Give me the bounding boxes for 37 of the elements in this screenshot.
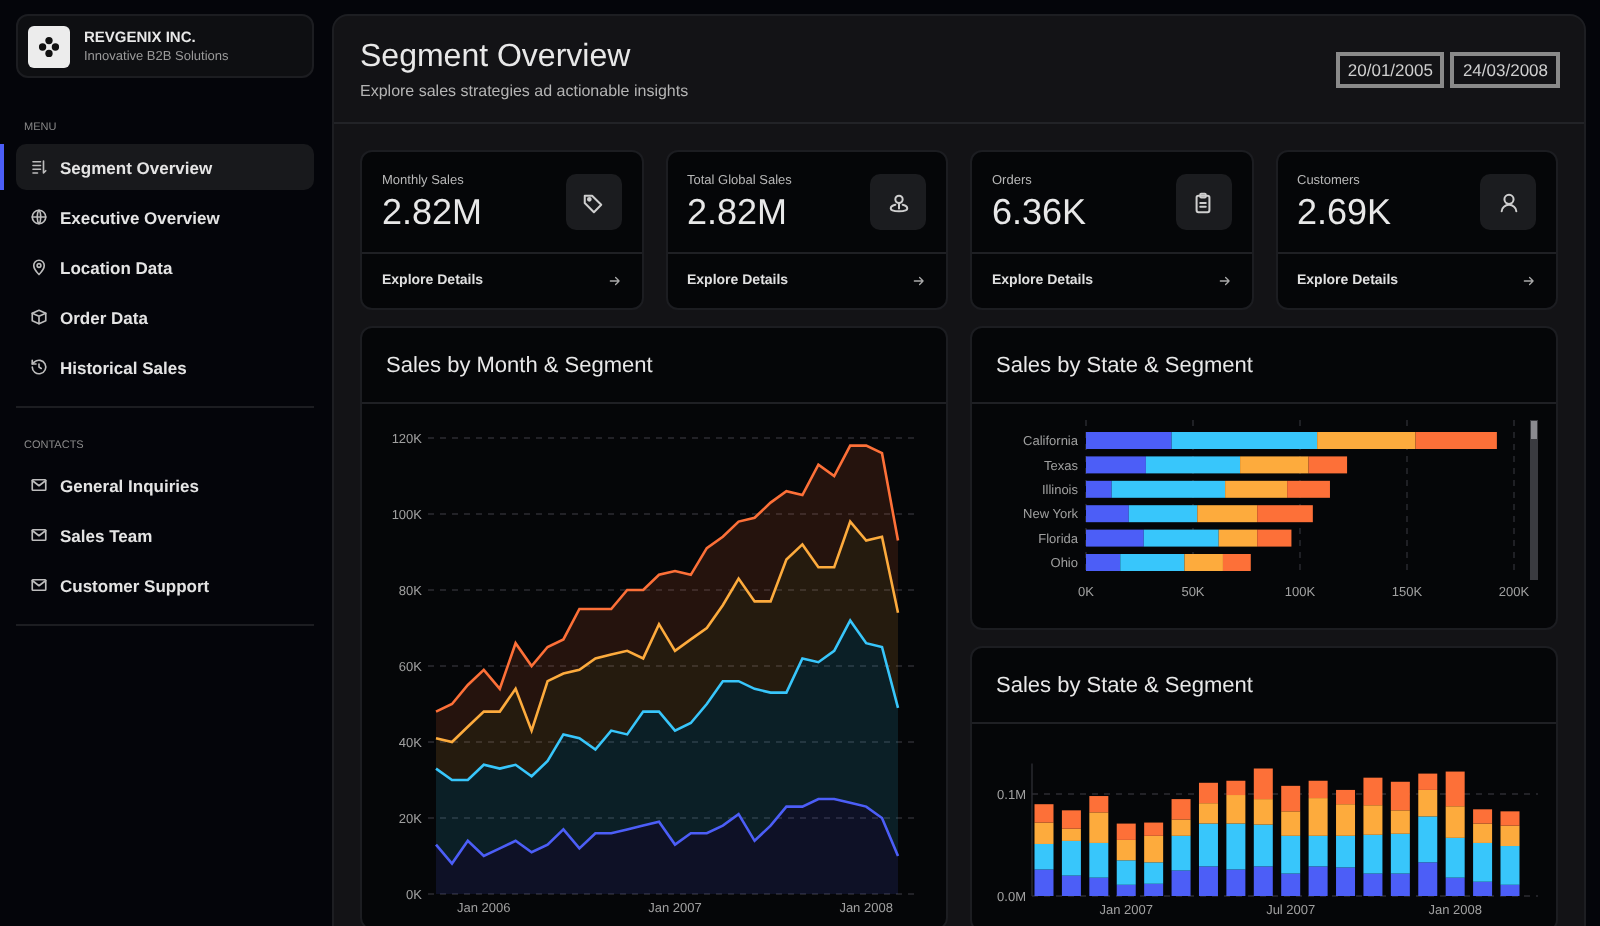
chart-title: Sales by State & Segment: [996, 353, 1253, 377]
nav-item[interactable]: Executive Overview: [16, 194, 314, 240]
date-field[interactable]: 20/01/2005: [1335, 51, 1445, 87]
arrow-right-icon: [1522, 274, 1536, 288]
nav-item[interactable]: Customer Support: [16, 562, 314, 608]
active-indicator: [0, 144, 4, 190]
nav-item[interactable]: Location Data: [16, 244, 314, 290]
kpi-value: 2.69K: [1297, 192, 1392, 234]
history-icon: [30, 358, 48, 376]
logo-icon: [38, 35, 60, 57]
user-pin-icon: [887, 191, 909, 213]
pin-icon: [30, 258, 48, 276]
kpi-value: 2.82M: [382, 192, 483, 234]
arrow-right-icon: [1217, 274, 1231, 288]
y-axis-line: [1031, 762, 1033, 897]
arrow-right-icon: [912, 274, 926, 288]
tag-icon: [582, 191, 604, 213]
date-field[interactable]: 24/03/2008: [1450, 51, 1560, 87]
kpi-value: 6.36K: [992, 192, 1087, 234]
nav-item[interactable]: Sales Team: [16, 512, 314, 558]
globe-icon: [30, 208, 48, 226]
box-icon: [30, 308, 48, 326]
page-subtitle: Explore sales strategies ad actionable insights: [360, 81, 689, 99]
chart-title: Sales by State & Segment: [996, 673, 1253, 697]
mail-icon: [30, 576, 48, 594]
kpi-value: 2.82M: [687, 192, 790, 234]
nav-item[interactable]: General Inquiries: [16, 462, 314, 508]
nav-item[interactable]: Order Data: [16, 294, 314, 340]
page-title: Segment Overview: [360, 39, 633, 75]
arrow-right-icon: [607, 274, 621, 288]
clipboard-icon: [1192, 191, 1214, 213]
user-icon: [1497, 191, 1519, 213]
mail-icon: [30, 526, 48, 544]
nav-item[interactable]: Historical Sales: [16, 344, 314, 390]
mail-icon: [30, 476, 48, 494]
chart-title: Sales by Month & Segment: [386, 353, 653, 377]
list-icon: [30, 158, 48, 176]
